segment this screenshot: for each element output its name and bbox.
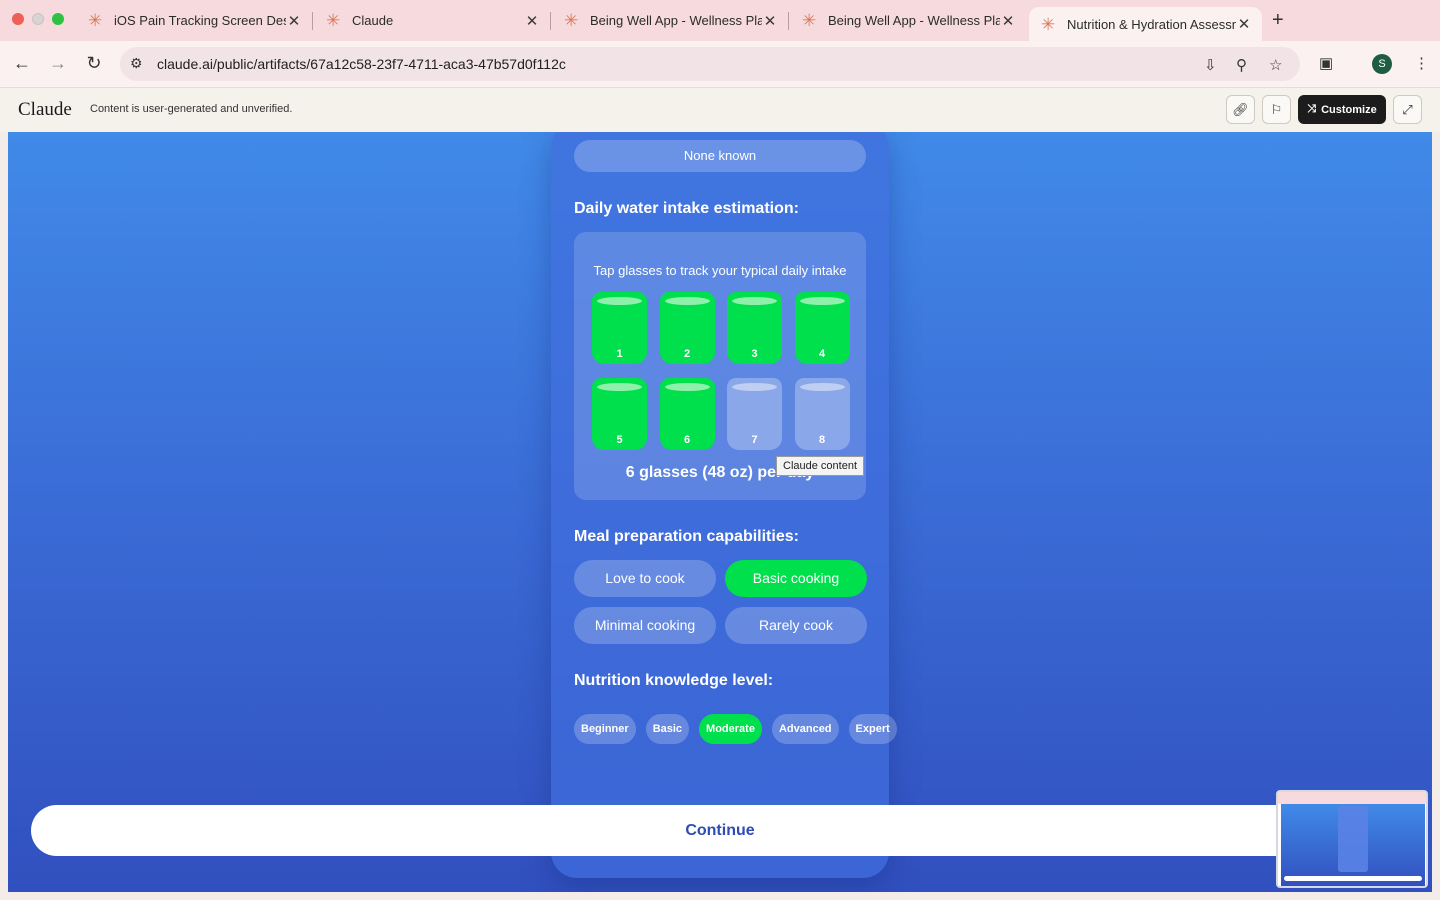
glass-rim — [597, 297, 642, 305]
tooltip: Claude content — [776, 456, 864, 476]
claude-favicon-icon: ✳ — [326, 11, 341, 30]
water-glass-1[interactable]: 1 — [592, 292, 647, 364]
copy-link-icon[interactable]: 🔗︎ — [1226, 95, 1255, 124]
assessment-panel: None known Daily water intake estimation… — [551, 132, 897, 878]
tab-close-icon[interactable]: ✕ — [762, 12, 778, 30]
url-text: claude.ai/public/artifacts/67a12c58-23f7… — [157, 56, 566, 72]
meal-prep-option[interactable]: Minimal cooking — [574, 607, 716, 644]
report-flag-icon[interactable]: ⚐ — [1262, 95, 1291, 124]
bookmark-star-icon[interactable]: ☆ — [1269, 56, 1282, 74]
browser-tab[interactable]: ✳ iOS Pain Tracking Screen Des ✕ — [76, 0, 313, 41]
zoom-icon[interactable]: ⚲ — [1236, 56, 1247, 74]
water-glass-8[interactable]: 8 — [794, 378, 850, 450]
water-section-title: Daily water intake estimation: — [574, 200, 799, 217]
maximize-window-button[interactable] — [52, 13, 64, 25]
shuffle-icon: ⤨ — [1307, 103, 1317, 115]
browser-tab[interactable]: ✳ Claude ✕ — [314, 0, 551, 41]
menu-icon[interactable]: ⋮ — [1414, 54, 1429, 72]
glass-number: 6 — [683, 434, 691, 446]
site-settings-icon[interactable]: ⚙ — [130, 55, 143, 72]
tab-close-icon[interactable]: ✕ — [286, 12, 302, 30]
tab-close-icon[interactable]: ✕ — [1236, 15, 1252, 33]
water-glass-6[interactable]: 6 — [659, 378, 715, 450]
water-glass-7[interactable]: 7 — [727, 378, 782, 450]
tab-title: iOS Pain Tracking Screen Des — [114, 13, 286, 28]
glass-rim — [732, 297, 777, 305]
artifact-thumbnail[interactable] — [1276, 790, 1428, 888]
address-bar[interactable]: ⚙ claude.ai/public/artifacts/67a12c58-23… — [120, 47, 1300, 81]
knowledge-level-option[interactable]: Beginner — [574, 714, 636, 744]
knowledge-level-option[interactable]: Advanced — [771, 714, 839, 744]
tab-search-icon[interactable]: ▣ — [1319, 54, 1333, 72]
claude-favicon-icon: ✳ — [802, 11, 817, 30]
tab-close-icon[interactable]: ✕ — [524, 12, 540, 30]
glass-rim — [799, 297, 845, 305]
glass-number: 3 — [751, 348, 758, 360]
none-known-option[interactable]: None known — [574, 140, 866, 172]
knowledge-level-option[interactable]: Moderate — [699, 714, 762, 744]
glass-rim — [799, 383, 845, 391]
reload-icon[interactable]: ↻ — [83, 53, 105, 74]
tab-title: Being Well App - Wellness Pla — [828, 13, 1000, 28]
glass-number: 8 — [818, 434, 826, 446]
browser-tab[interactable]: ✳ Being Well App - Wellness Pla ✕ — [790, 0, 1026, 41]
tab-strip: ✳ iOS Pain Tracking Screen Des ✕ ✳ Claud… — [0, 0, 1440, 41]
water-glass-4[interactable]: 4 — [794, 292, 850, 364]
install-app-icon[interactable]: ⇩ — [1204, 56, 1217, 74]
claude-favicon-icon: ✳ — [1041, 14, 1056, 34]
glass-rim — [664, 383, 710, 391]
meal-prep-option[interactable]: Rarely cook — [725, 607, 867, 644]
glass-number: 4 — [818, 348, 826, 360]
new-tab-icon[interactable]: + — [1272, 9, 1284, 32]
glass-rim — [664, 297, 710, 305]
fullscreen-icon[interactable]: ⤢ — [1393, 95, 1422, 124]
glass-number: 2 — [683, 348, 691, 360]
profile-avatar[interactable]: S — [1372, 54, 1392, 74]
glass-number: 5 — [616, 434, 623, 446]
glass-number: 1 — [616, 348, 623, 360]
close-window-button[interactable] — [12, 13, 24, 25]
minimize-window-button[interactable] — [32, 13, 44, 25]
knowledge-level-option[interactable]: Expert — [848, 714, 897, 744]
browser-toolbar: ← → ↻ ⚙ claude.ai/public/artifacts/67a12… — [0, 41, 1440, 88]
artifact-canvas: None known Daily water intake estimation… — [8, 132, 1432, 892]
tab-close-icon[interactable]: ✕ — [1000, 12, 1016, 30]
meal-prep-option[interactable]: Basic cooking — [725, 560, 867, 597]
water-glass-2[interactable]: 2 — [659, 292, 715, 364]
claude-logo[interactable]: Claude — [18, 99, 72, 121]
meal-prep-option[interactable]: Love to cook — [574, 560, 716, 597]
meal-prep-title: Meal preparation capabilities: — [574, 528, 799, 545]
tab-title: Claude — [352, 13, 394, 28]
tab-title: Being Well App - Wellness Pla — [590, 13, 762, 28]
continue-button[interactable]: Continue — [31, 805, 1409, 856]
tab-title: Nutrition & Hydration Assessm — [1067, 16, 1236, 32]
knowledge-level-option[interactable]: Basic — [645, 714, 690, 744]
customize-button[interactable]: ⤨ Customize — [1298, 95, 1386, 124]
customize-label: Customize — [1321, 103, 1377, 116]
glass-rim — [597, 383, 642, 391]
browser-tab-active[interactable]: ✳ Nutrition & Hydration Assessm ✕ — [1029, 7, 1262, 41]
claude-favicon-icon: ✳ — [564, 11, 579, 30]
claude-favicon-icon: ✳ — [88, 11, 103, 30]
water-glass-3[interactable]: 3 — [727, 292, 782, 364]
claude-header: Claude Content is user-generated and unv… — [0, 88, 1440, 132]
back-icon[interactable]: ← — [11, 53, 33, 74]
content-disclaimer: Content is user-generated and unverified… — [90, 103, 293, 115]
glass-rim — [732, 383, 777, 391]
knowledge-title: Nutrition knowledge level: — [574, 672, 774, 689]
forward-icon[interactable]: → — [47, 53, 69, 74]
browser-tab[interactable]: ✳ Being Well App - Wellness Pla ✕ — [552, 0, 789, 41]
glass-number: 7 — [751, 434, 758, 446]
water-glass-5[interactable]: 5 — [592, 378, 647, 450]
water-hint: Tap glasses to track your typical daily … — [593, 263, 847, 278]
knowledge-options: Beginner Basic Moderate Advanced Expert — [574, 714, 897, 744]
